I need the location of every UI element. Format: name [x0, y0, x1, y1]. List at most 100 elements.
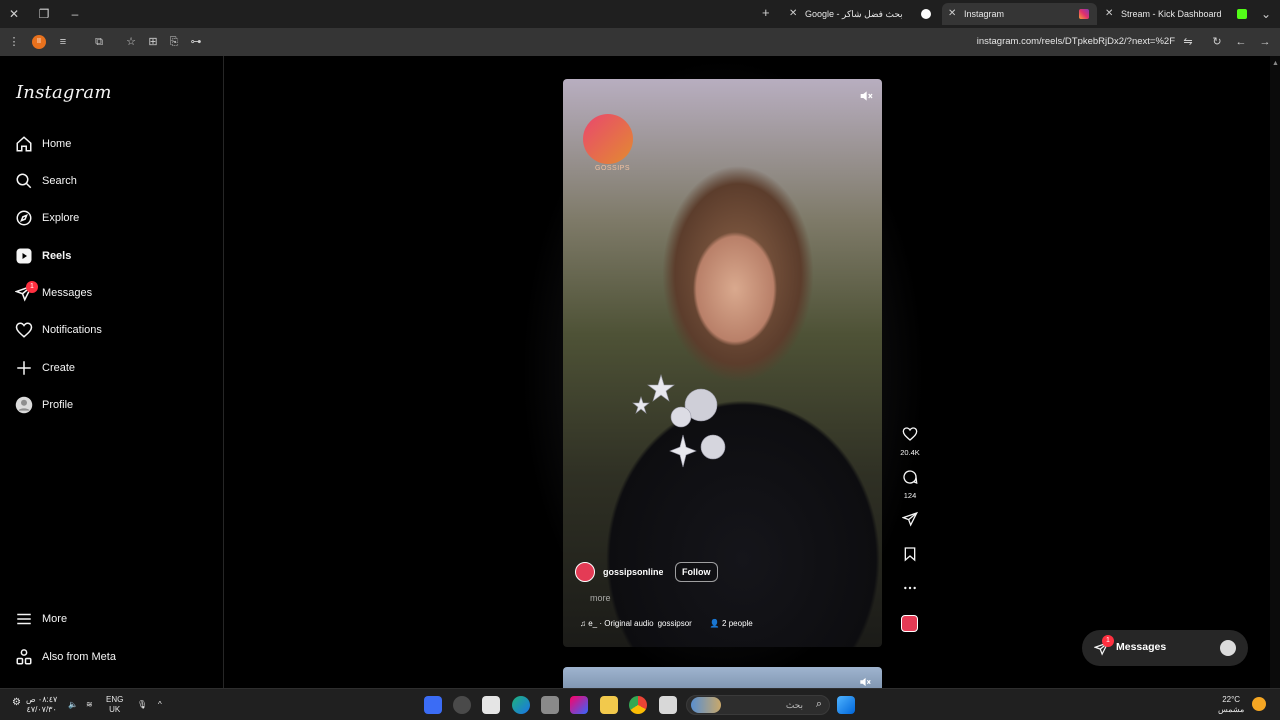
taskbar-app-icon[interactable] [424, 696, 442, 714]
follow-button[interactable]: Follow [675, 562, 718, 582]
site-settings-icon[interactable]: ⇋ [1181, 35, 1195, 49]
language-region: UK [109, 705, 121, 714]
copilot-icon[interactable] [570, 696, 588, 714]
translate-icon[interactable]: ⊞ [146, 35, 160, 49]
author-username[interactable]: gossipsonline [603, 567, 663, 577]
extension-icon[interactable]: II [32, 35, 46, 49]
taskbar-app-icon[interactable] [453, 696, 471, 714]
wifi-icon[interactable]: ≋ [86, 700, 93, 710]
browser-menu-icon[interactable]: ⋮ [7, 35, 21, 49]
tab-list-chevron-icon[interactable]: ⌄ [1258, 6, 1274, 22]
sidebar-item-label: More [42, 613, 68, 625]
taskbar-app-icon[interactable] [659, 696, 677, 714]
close-tab-icon[interactable]: ✕ [1105, 3, 1113, 25]
taskbar-app-icon[interactable] [541, 696, 559, 714]
sidebar-item-create[interactable]: Create [12, 352, 212, 384]
tab-kick-dashboard[interactable]: ✕ Stream - Kick Dashboard [1099, 3, 1254, 25]
instagram-favicon [1079, 9, 1089, 19]
search-icon [12, 169, 36, 193]
new-tab-button[interactable]: + [762, 6, 770, 20]
notification-badge: 1 [26, 281, 38, 293]
microsoft-store-icon[interactable] [482, 696, 500, 714]
weather-widget[interactable]: 22°C مشمس [1218, 695, 1244, 715]
sidebar-item-notifications[interactable]: Notifications [12, 314, 212, 346]
save-button[interactable] [894, 546, 926, 567]
bookmark-star-icon[interactable]: ☆ [124, 35, 138, 49]
tab-google-search[interactable]: ✕ Google - بحث فضل شاكر [783, 3, 939, 25]
cast-icon[interactable]: ⎘ [167, 35, 181, 49]
language-indicator[interactable]: ENG UK [106, 695, 123, 715]
file-explorer-icon[interactable] [600, 696, 618, 714]
heart-icon [12, 318, 36, 342]
like-count: 20.4K [900, 448, 920, 457]
sidebar-item-also-from-meta[interactable]: Also from Meta [12, 641, 212, 673]
edge-browser-icon[interactable] [512, 696, 530, 714]
close-tab-icon[interactable]: ✕ [948, 3, 956, 25]
password-key-icon[interactable]: ⊶ [189, 35, 203, 49]
audio-user[interactable]: gossipsor [658, 619, 692, 628]
weather-desc: مشمس [1218, 705, 1245, 714]
like-button[interactable]: 20.4K [894, 426, 926, 457]
avatar [1220, 640, 1236, 656]
language-code: ENG [106, 695, 124, 704]
speaker-icon[interactable] [858, 675, 872, 689]
comment-button[interactable]: 124 [894, 469, 926, 500]
reel-video[interactable]: GOSSIPS gossipsonline Follow more ♫ e_ ·… [563, 79, 882, 647]
scroll-up-arrow-icon[interactable]: ▲ [1272, 60, 1279, 67]
caption-more-link[interactable]: more [590, 593, 611, 603]
sidebar-item-search[interactable]: Search [12, 165, 212, 197]
minimize-window-icon[interactable]: – [67, 6, 83, 22]
more-options-button[interactable] [894, 580, 926, 601]
extensions-puzzle-icon[interactable]: ⧉ [92, 35, 106, 49]
search-icon: ⌕ [815, 698, 822, 710]
tab-label: Stream - Kick Dashboard [1121, 9, 1222, 19]
plus-icon [12, 356, 36, 380]
taskbar: ⚙ ٠٨:٤٧ ص ٤٧/٠٧/٣٠ 🔈 ≋ ENG UK 🎙 ^ بحث ⌕ … [0, 688, 1280, 720]
share-button[interactable] [894, 511, 926, 532]
forward-arrow-icon[interactable]: → [1258, 35, 1272, 49]
author-avatar[interactable] [575, 562, 595, 582]
microphone-icon[interactable]: 🎙 [137, 700, 147, 710]
music-note-icon: ♫ [580, 619, 589, 628]
gossips-watermark-logo [583, 114, 633, 164]
sidebar-item-label: Explore [42, 212, 80, 224]
audio-thumbnail[interactable] [901, 615, 918, 632]
reels-icon [12, 244, 36, 268]
sidebar-item-profile[interactable]: Profile [12, 389, 212, 421]
watermark-text: GOSSIPS [595, 165, 631, 172]
sidebar-item-reels[interactable]: Reels [12, 240, 212, 272]
notification-badge: 1 [1102, 635, 1114, 647]
sidebar-item-home[interactable]: Home [12, 128, 212, 160]
page-scrollbar[interactable]: ▲ [1270, 56, 1280, 688]
close-window-icon[interactable]: ✕ [6, 6, 22, 22]
audio-link[interactable]: e_ · Original audio [588, 619, 653, 628]
sidebar-item-label: Messages [42, 287, 93, 299]
reel-author: gossipsonline Follow [575, 562, 718, 582]
sidebar-item-messages[interactable]: 1 Messages [12, 277, 212, 309]
tray-chevron-up-icon[interactable]: ^ [158, 700, 162, 710]
start-button-icon[interactable] [837, 696, 855, 714]
sun-icon [1252, 697, 1266, 711]
sidebar-item-label: Profile [42, 399, 74, 411]
instagram-logo[interactable]: Instagram [16, 82, 112, 103]
menu-icon [12, 607, 36, 631]
close-tab-icon[interactable]: ✕ [789, 3, 797, 25]
taskbar-search[interactable]: بحث ⌕ [686, 695, 830, 715]
person-icon: 👤 [709, 619, 723, 628]
network-settings-icon[interactable]: ⚙ [12, 698, 21, 708]
sidebar-item-explore[interactable]: Explore [12, 202, 212, 234]
tagged-people-link[interactable]: 2 people [722, 619, 753, 628]
messages-pill[interactable]: 1 Messages [1082, 630, 1248, 666]
reading-list-icon[interactable]: ≡ [56, 35, 70, 49]
reload-icon[interactable]: ↻ [1210, 35, 1224, 49]
restore-window-icon[interactable]: ❐ [36, 6, 52, 22]
back-arrow-icon[interactable]: ← [1234, 35, 1248, 49]
tab-instagram[interactable]: ✕ Instagram [942, 3, 1097, 25]
clock[interactable]: ٠٨:٤٧ ص ٤٧/٠٧/٣٠ [26, 695, 57, 715]
address-bar[interactable]: instagram.com/reels/DTpkebRjDx2/?next=%2… [900, 35, 1175, 49]
volume-icon[interactable]: 🔈 [68, 700, 78, 710]
speaker-icon[interactable] [858, 88, 874, 104]
chrome-icon[interactable] [629, 696, 647, 714]
sidebar-item-more[interactable]: More [12, 603, 212, 635]
instagram-page: Instagram Home Search Explore Reels 1 Me… [0, 56, 1280, 692]
